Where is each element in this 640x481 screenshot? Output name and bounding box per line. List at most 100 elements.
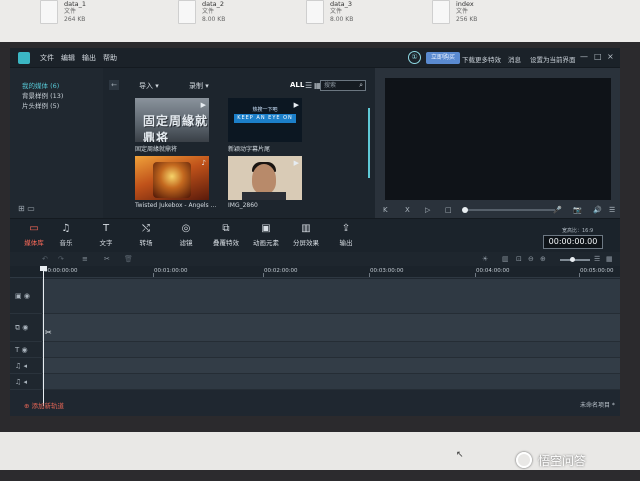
list-layout-icon[interactable]: ☰ xyxy=(594,255,600,263)
menu-help[interactable]: 帮助 xyxy=(103,53,117,63)
menu-file[interactable]: 文件 xyxy=(40,53,54,63)
maximize-button[interactable]: □ xyxy=(594,52,602,61)
tool-split-screen[interactable]: ▥ 分屏效果 xyxy=(286,223,326,247)
file-size: 256 KB xyxy=(456,16,478,23)
watermark-text: 悟空问答 xyxy=(538,454,587,468)
play-button[interactable]: ▷ xyxy=(425,206,430,214)
tool-text[interactable]: T 文字 xyxy=(86,223,126,247)
zoom-slider[interactable] xyxy=(560,257,590,262)
track-header-overlay[interactable]: ⧉ ◉ xyxy=(10,314,42,342)
ruler-tick-label: 00:04:00:00 xyxy=(476,268,510,274)
fullscreen-icon[interactable]: ☰ xyxy=(609,206,615,214)
track-header-text[interactable]: T ◉ xyxy=(10,342,42,358)
buy-now-button[interactable]: 立即购买 xyxy=(426,52,460,64)
thumbnail-keep-text: KEEP AN EYE ON xyxy=(234,114,296,123)
aspect-ratio-label[interactable]: 宽高比：16:9 xyxy=(562,227,593,234)
menu-export[interactable]: 输出 xyxy=(82,53,96,63)
adjust-icon[interactable]: ≡ xyxy=(82,255,88,263)
media-thumbnail[interactable]: ♪ xyxy=(135,156,209,200)
stop-button[interactable]: □ xyxy=(445,206,452,214)
track-header-audio-2[interactable]: ♫ ◂ xyxy=(10,374,42,390)
microphone-icon[interactable]: 🎤 xyxy=(553,206,562,214)
desktop-file[interactable]: data_3 文件 8.00 KB xyxy=(306,0,353,24)
video-icon: ▶ xyxy=(293,159,299,167)
prev-frame-button[interactable]: K xyxy=(383,206,388,214)
timecode-display: 00:00:00.00 xyxy=(543,235,603,249)
zoom-slider-knob[interactable] xyxy=(570,257,575,262)
library-search-input[interactable]: 搜索 ⌕ xyxy=(320,80,366,91)
slider-knob[interactable] xyxy=(462,207,468,213)
close-button[interactable]: × xyxy=(607,52,614,61)
filter-all[interactable]: ALL xyxy=(290,81,304,89)
list-view-icon[interactable]: ☰ xyxy=(305,81,312,90)
add-folder-icon[interactable]: ⊞ ▭ xyxy=(18,204,35,213)
tool-label: 音乐 xyxy=(59,239,73,247)
ruler-tick-label: 00:02:00:00 xyxy=(264,268,298,274)
audio-track-icon: ♫ ◂ xyxy=(15,361,28,370)
tool-music[interactable]: ♫ 音乐 xyxy=(46,223,86,247)
media-thumbnail[interactable]: 固定周緣就鼎将 ▶ xyxy=(135,98,209,142)
track-lane-audio-2[interactable] xyxy=(42,374,620,390)
track-header-video[interactable]: ▣ ◉ xyxy=(10,279,42,314)
zoom-out-icon[interactable]: ⊖ xyxy=(528,255,534,263)
add-track-button[interactable]: ⊕ 添加新轨道 xyxy=(24,400,64,410)
media-library: ← 导入 ▾ 录制 ▾ ALL ☰ ▦ 搜索 ⌕ 固定周緣就鼎将 ▶ 固定周緣就鼎… xyxy=(103,68,375,218)
file-type: 文件 xyxy=(456,8,469,15)
track-lane-video[interactable] xyxy=(42,279,620,314)
file-icon xyxy=(432,0,450,24)
collapse-sidebar-icon[interactable]: ← xyxy=(109,80,119,90)
menu-edit[interactable]: 编辑 xyxy=(61,53,75,63)
delete-icon[interactable]: 🗑 xyxy=(124,255,133,263)
tool-export[interactable]: ⇪ 输出 xyxy=(326,223,366,247)
desktop-file[interactable]: index 文件 256 KB xyxy=(432,0,477,24)
cut-icon[interactable]: ✂ xyxy=(104,255,110,263)
media-thumbnail[interactable]: 热搜一下吧 KEEP AN EYE ON ▶ xyxy=(228,98,302,142)
sidebar-item-intros[interactable]: 片头样例 (5) xyxy=(22,100,59,110)
file-icon xyxy=(306,0,324,24)
grid-layout-icon[interactable]: ▦ xyxy=(606,255,613,263)
desktop-file[interactable]: data_1 文件 264 KB xyxy=(40,0,86,24)
account-icon[interactable]: ① xyxy=(408,51,421,64)
track-header-audio-1[interactable]: ♫ ◂ xyxy=(10,358,42,374)
download-effects-link[interactable]: 下载更多特效 xyxy=(462,54,501,64)
timeline-toolbar: ↶ ↷ ≡ ✂ 🗑 ☀ ▥ ⊡ ⊖ ⊕ ☰ ▦ xyxy=(10,252,620,266)
undo-icon[interactable]: ↶ xyxy=(42,255,48,263)
messages-link[interactable]: 消息 xyxy=(508,54,521,64)
redo-icon[interactable]: ↷ xyxy=(58,255,64,263)
ruler-tick-label: 00:03:00:00 xyxy=(370,268,404,274)
audio-mixer-icon[interactable]: ▥ xyxy=(502,255,509,263)
tool-filter[interactable]: ◎ 滤镜 xyxy=(166,223,206,247)
sidebar-item-my-media[interactable]: 我的媒体 (6) xyxy=(22,80,59,90)
file-name: index xyxy=(456,0,474,8)
track-lane-audio-1[interactable] xyxy=(42,358,620,374)
library-scrollbar[interactable] xyxy=(368,108,370,178)
media-caption: Twisted Jukebox - Angels ... xyxy=(135,202,217,209)
record-dropdown[interactable]: 录制 ▾ xyxy=(189,81,209,91)
track-lane-overlay[interactable] xyxy=(42,314,620,342)
snapshot-icon[interactable]: 📷 xyxy=(573,206,582,214)
desktop-file[interactable]: data_2 文件 8.00 KB xyxy=(178,0,225,24)
project-name: 未命名项目 * xyxy=(580,402,615,409)
rewind-button[interactable]: X xyxy=(405,206,410,214)
tool-label: 输出 xyxy=(339,239,353,247)
render-icon[interactable]: ☀ xyxy=(482,255,488,263)
tool-overlay[interactable]: ⧉ 叠覆特效 xyxy=(206,223,246,247)
fit-icon[interactable]: ⊡ xyxy=(516,255,522,263)
preview-progress-slider[interactable] xyxy=(462,207,555,213)
sidebar-item-backgrounds[interactable]: 背景样例 (13) xyxy=(22,90,63,100)
timeline-playhead[interactable] xyxy=(40,266,47,406)
volume-icon[interactable]: 🔊 xyxy=(593,206,602,214)
tool-elements[interactable]: ▣ 动画元素 xyxy=(246,223,286,247)
overlay-icon: ⧉ xyxy=(222,223,230,234)
set-layout-link[interactable]: 设置为当前界面 xyxy=(530,54,576,64)
track-lane-text[interactable] xyxy=(42,342,620,358)
minimize-button[interactable]: — xyxy=(580,52,588,61)
import-dropdown[interactable]: 导入 ▾ xyxy=(139,81,159,91)
tool-transition[interactable]: ⤭ 转场 xyxy=(126,223,166,247)
search-placeholder: 搜索 xyxy=(324,82,337,89)
zoom-in-icon[interactable]: ⊕ xyxy=(540,255,546,263)
ruler-tick-label: 00:05:00:00 xyxy=(580,268,614,274)
media-thumbnail[interactable]: ▶ xyxy=(228,156,302,200)
video-icon: ▶ xyxy=(200,101,206,109)
timeline-ruler[interactable]: 00:00:00:00 00:01:00:00 00:02:00:00 00:0… xyxy=(10,266,620,278)
